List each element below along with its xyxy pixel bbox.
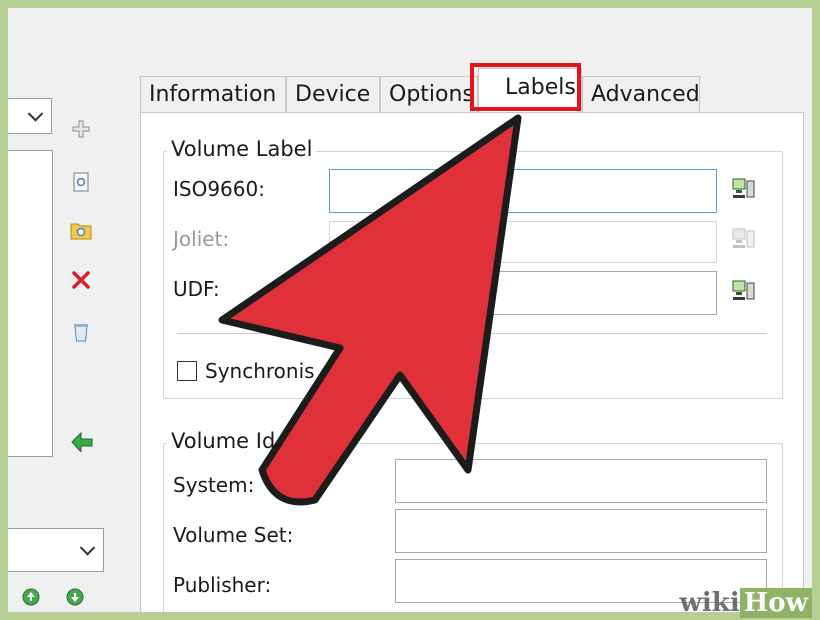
volume-set-label: Volume Set:	[173, 523, 294, 547]
window-titlebar	[8, 8, 812, 45]
file-list[interactable]	[8, 150, 53, 457]
top-dropdown[interactable]	[8, 98, 52, 134]
computer-icon[interactable]	[731, 177, 757, 201]
volume-identifiers-heading: Volume Id	[167, 429, 280, 453]
recycle-bin-icon[interactable]	[70, 322, 92, 344]
move-down-icon[interactable]	[64, 588, 86, 610]
labels-tab-panel: Volume Label ISO9660: Joliet: UDF: Synch…	[140, 112, 804, 612]
group-divider	[177, 333, 767, 334]
system-label: System:	[173, 473, 255, 497]
volume-label-heading: Volume Label	[167, 137, 317, 161]
tab-options[interactable]: Options	[380, 76, 478, 112]
volume-set-field[interactable]	[395, 509, 767, 553]
wikihow-watermark: wiki How	[674, 588, 818, 618]
plus-icon[interactable]	[70, 120, 92, 142]
watermark-text-1: wiki	[679, 588, 740, 618]
chevron-down-icon	[27, 106, 44, 122]
system-field[interactable]	[395, 459, 767, 503]
tab-information[interactable]: Information	[140, 76, 286, 112]
synchronise-label[interactable]: Synchronis	[205, 359, 315, 383]
udf-label: UDF:	[173, 277, 220, 301]
properties-pane: Information Device Options Labels Advanc…	[134, 44, 812, 612]
left-pane	[8, 44, 134, 612]
watermark-text-2: How	[739, 588, 812, 618]
synchronise-checkbox[interactable]	[177, 361, 197, 381]
computer-icon[interactable]	[731, 279, 757, 303]
joliet-label: Joliet:	[173, 227, 230, 251]
computer-icon	[731, 227, 757, 251]
joliet-field[interactable]	[329, 221, 717, 263]
tab-advanced[interactable]: Advanced	[582, 76, 700, 112]
udf-field[interactable]	[329, 271, 717, 315]
red-x-icon[interactable]	[70, 270, 92, 292]
green-arrow-icon[interactable]	[70, 430, 93, 454]
screenshot-frame: Information Device Options Labels Advanc…	[0, 0, 820, 620]
iso9660-field[interactable]	[329, 169, 717, 213]
move-up-icon[interactable]	[20, 588, 42, 610]
view-file-icon[interactable]	[70, 172, 92, 194]
labels-tab-highlight	[470, 63, 581, 111]
folder-search-icon[interactable]	[70, 220, 92, 242]
tab-device[interactable]: Device	[286, 76, 380, 112]
publisher-label: Publisher:	[173, 573, 272, 597]
bottom-dropdown[interactable]	[8, 528, 104, 572]
chevron-down-icon	[79, 540, 96, 556]
iso9660-label: ISO9660:	[173, 177, 265, 201]
